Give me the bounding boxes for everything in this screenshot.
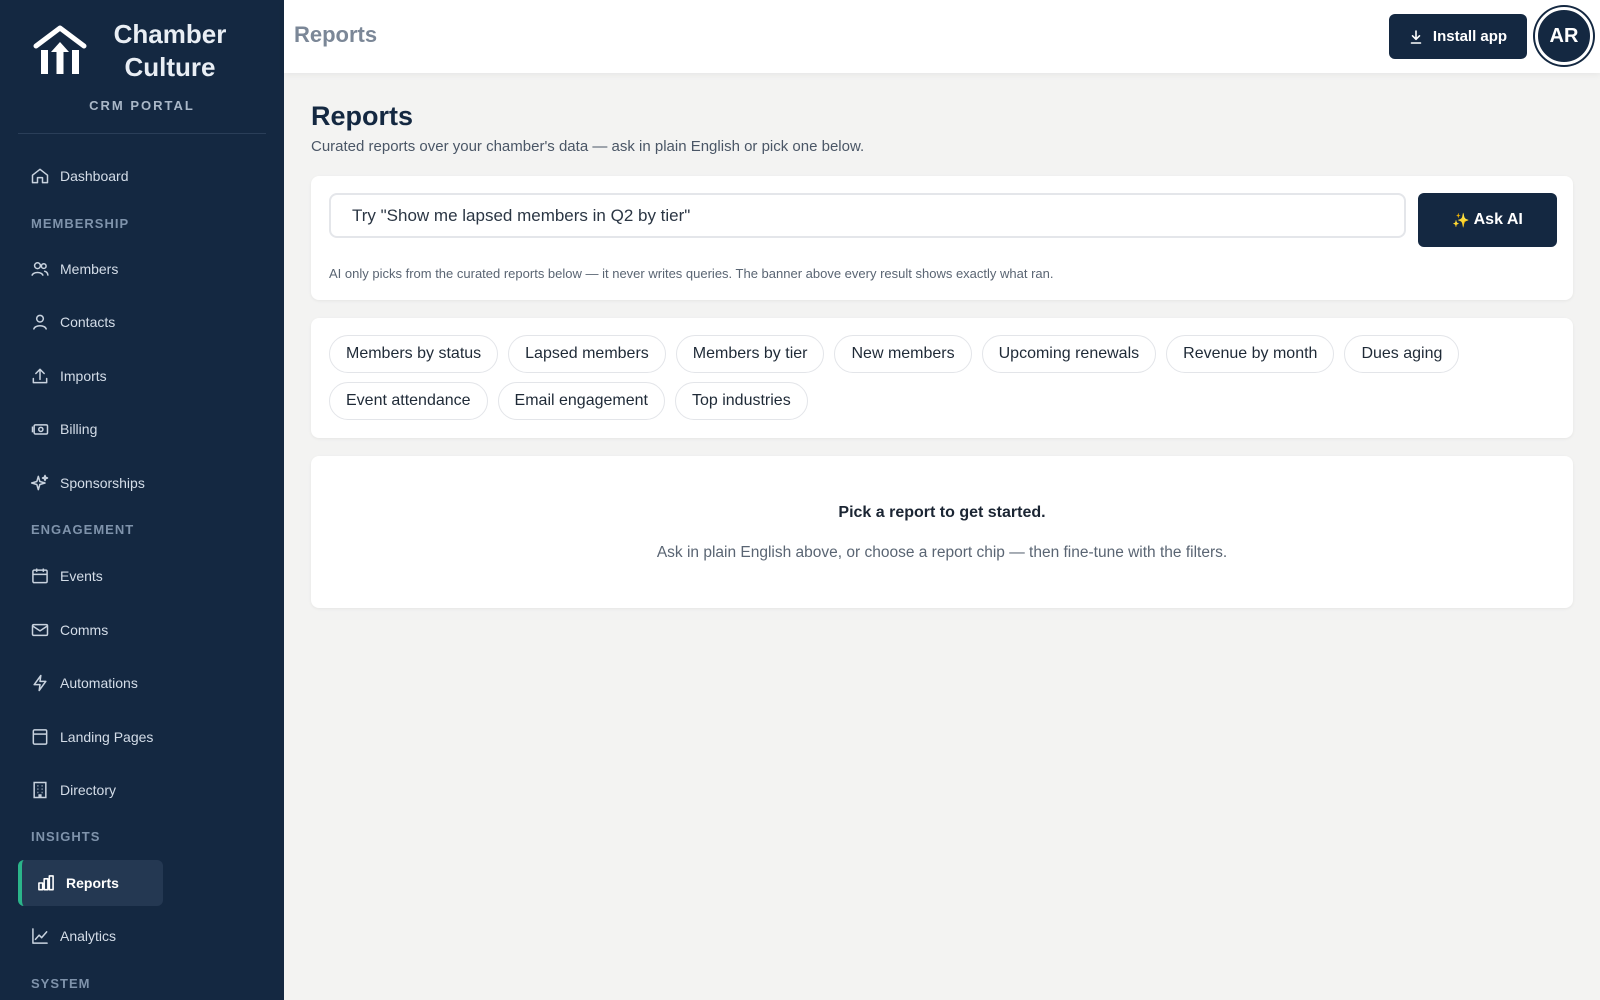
ask-ai-card: ✨ Ask AI AI only picks from the curated … [311, 176, 1573, 300]
sidebar-item-imports[interactable]: Imports [18, 353, 163, 399]
chamber-logo-icon [33, 25, 87, 74]
report-chip-revenue-by-month[interactable]: Revenue by month [1166, 335, 1335, 373]
sidebar-item-label: Billing [60, 421, 98, 437]
layout-icon [30, 727, 50, 747]
sidebar-item-dashboard[interactable]: Dashboard [18, 153, 163, 199]
sidebar-item-label: Comms [60, 622, 109, 638]
ask-ai-input[interactable] [329, 193, 1406, 238]
ask-ai-button[interactable]: ✨ Ask AI [1418, 193, 1557, 247]
page-subtitle: Curated reports over your chamber's data… [311, 138, 865, 155]
sparkle-icon: ✨ [1452, 211, 1470, 228]
avatar[interactable]: AR [1535, 7, 1593, 65]
page-title: Reports [311, 101, 414, 131]
empty-state-title: Pick a report to get started. [838, 504, 1046, 521]
sidebar-item-contacts[interactable]: Contacts [18, 299, 163, 345]
empty-state-text: Ask in plain English above, or choose a … [656, 544, 1228, 561]
chip-row: Members by status Lapsed members Members… [329, 335, 1469, 373]
sidebar-item-sponsorships[interactable]: Sponsorships [18, 460, 163, 506]
report-chip-members-by-status[interactable]: Members by status [329, 335, 499, 373]
sidebar-item-events[interactable]: Events [18, 553, 163, 599]
bar-chart-icon [36, 873, 56, 893]
brand-name: Chamber Culture [100, 18, 240, 84]
brand-subtitle: CRM PORTAL [89, 98, 195, 113]
download-icon [1409, 29, 1423, 45]
report-chip-top-industries[interactable]: Top industries [674, 382, 808, 420]
sidebar-item-label: Contacts [60, 314, 116, 330]
user-icon [30, 312, 50, 332]
report-chips-card: Members by status Lapsed members Members… [311, 318, 1573, 438]
empty-state-card: Pick a report to get started. Ask in pla… [311, 456, 1573, 608]
sidebar-item-label: Imports [60, 368, 107, 384]
top-bar: Reports Install app AR [284, 0, 1600, 73]
brand-name-line1: Chamber [113, 19, 227, 49]
sidebar-item-landing-pages[interactable]: Landing Pages [18, 714, 163, 760]
sidebar-item-label: Sponsorships [60, 475, 145, 491]
sidebar-item-label: Landing Pages [60, 729, 154, 745]
sidebar-section-engagement: ENGAGEMENT [31, 522, 135, 537]
report-chip-dues-aging[interactable]: Dues aging [1344, 335, 1460, 373]
sparkles-icon [30, 473, 50, 493]
ask-ai-note: AI only picks from the curated reports b… [329, 266, 1054, 281]
sidebar-item-label: Automations [60, 675, 138, 691]
report-chip-members-by-tier[interactable]: Members by tier [675, 335, 825, 373]
sidebar-item-label: Dashboard [60, 168, 129, 184]
report-chip-email-engagement[interactable]: Email engagement [497, 382, 665, 420]
sidebar-item-label: Reports [66, 875, 119, 891]
users-icon [30, 259, 50, 279]
sidebar-item-label: Analytics [60, 928, 117, 944]
report-chip-upcoming-renewals[interactable]: Upcoming renewals [981, 335, 1157, 373]
sidebar-section-system: SYSTEM [31, 976, 91, 991]
money-icon [30, 419, 50, 439]
chip-row: Event attendance Email engagement Top in… [329, 382, 818, 420]
mail-icon [30, 620, 50, 640]
sidebar-item-billing[interactable]: Billing [18, 406, 163, 452]
line-chart-icon [30, 926, 50, 946]
report-chip-lapsed-members[interactable]: Lapsed members [508, 335, 666, 373]
sidebar-item-comms[interactable]: Comms [18, 607, 163, 653]
sidebar-section-insights: INSIGHTS [31, 829, 101, 844]
sidebar-divider [18, 133, 266, 134]
building-icon [30, 780, 50, 800]
sidebar-item-members[interactable]: Members [18, 246, 163, 292]
calendar-icon [30, 566, 50, 586]
brand: Chamber Culture CRM PORTAL [0, 0, 284, 130]
home-icon [30, 166, 50, 186]
sidebar-item-reports[interactable]: Reports [18, 860, 163, 906]
install-app-button[interactable]: Install app [1389, 14, 1527, 59]
sidebar-item-automations[interactable]: Automations [18, 660, 163, 706]
report-chip-new-members[interactable]: New members [834, 335, 972, 373]
sidebar-item-label: Events [60, 568, 103, 584]
install-app-label: Install app [1432, 28, 1508, 45]
sidebar-section-membership: MEMBERSHIP [31, 216, 130, 231]
bolt-icon [30, 673, 50, 693]
topbar-title: Reports [294, 22, 378, 47]
sidebar-item-label: Members [60, 261, 119, 277]
brand-name-line2: Culture [124, 52, 216, 82]
sidebar-item-label: Directory [60, 782, 117, 798]
sidebar: Chamber Culture CRM PORTAL Dashboard MEM… [0, 0, 284, 1000]
report-chip-event-attendance[interactable]: Event attendance [329, 382, 488, 420]
upload-icon [30, 366, 50, 386]
sidebar-item-analytics[interactable]: Analytics [18, 913, 163, 959]
sidebar-item-directory[interactable]: Directory [18, 767, 163, 813]
ask-ai-label: Ask AI [1473, 211, 1523, 228]
